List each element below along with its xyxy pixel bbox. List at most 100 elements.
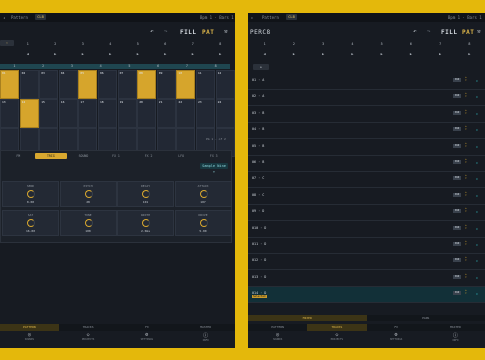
- control-label[interactable]: 6: [152, 42, 180, 46]
- pan-badge[interactable]: PAN: [453, 242, 461, 246]
- track-row[interactable]: 014 · D Selected PAN ▴ ▾ ▸: [248, 287, 485, 304]
- bottom-tab[interactable]: PATTERN: [248, 324, 307, 331]
- control-arrow[interactable]: ▶: [69, 52, 97, 56]
- control-arrow[interactable]: ▶: [426, 52, 455, 56]
- knob-width[interactable]: WIDTH 2.0ms: [117, 210, 174, 236]
- step-pad[interactable]: 22: [176, 99, 196, 128]
- pan-badge[interactable]: PAN: [453, 258, 461, 263]
- nav-item-settings[interactable]: ⚙ SETTINGS: [118, 332, 177, 342]
- control-label[interactable]: 6: [396, 42, 425, 46]
- nav-item-settings[interactable]: ⚙ SETTINGS: [367, 332, 426, 342]
- bottom-tab[interactable]: FX: [367, 324, 426, 331]
- step-pad[interactable]: 02: [19, 70, 39, 99]
- step-pad[interactable]: 08: [137, 70, 157, 99]
- level-arrows[interactable]: ▴ ▾: [465, 207, 467, 213]
- pan-badge[interactable]: PAN: [453, 78, 461, 82]
- control-arrow[interactable]: ▶: [279, 52, 308, 56]
- bottom-tab[interactable]: MASTER: [176, 324, 235, 331]
- knob-send[interactable]: SEND 0.00: [2, 181, 59, 207]
- bottom-tab[interactable]: TRACKS: [59, 324, 118, 331]
- pan-badge[interactable]: PAN: [453, 176, 461, 181]
- track-chevron-icon[interactable]: ▸: [476, 160, 478, 165]
- control-label[interactable]: 7: [426, 42, 455, 46]
- pan-badge[interactable]: PAN: [453, 291, 461, 296]
- topbar-chip[interactable]: CLB: [35, 14, 46, 20]
- nav-item-sounds[interactable]: ◎ SOUNDS: [0, 332, 59, 342]
- control-arrow[interactable]: ▶: [42, 52, 70, 56]
- sub-tab[interactable]: PANS: [367, 315, 485, 321]
- track-row[interactable]: 06 · B PAN ▴ ▾ ▸: [248, 156, 485, 172]
- bottom-tab[interactable]: MASTER: [426, 324, 485, 331]
- level-arrows[interactable]: ▴ ▾: [465, 190, 467, 197]
- preset-button[interactable]: Sample Nine ▾: [200, 163, 228, 174]
- step-pad[interactable]: 07: [117, 70, 137, 99]
- step-pad[interactable]: 03: [39, 70, 59, 99]
- control-label[interactable]: 1: [14, 42, 42, 46]
- pan-badge[interactable]: PAN: [453, 192, 461, 197]
- track-chevron-icon[interactable]: ▸: [476, 78, 478, 83]
- mode-chip[interactable]: ‹: [0, 40, 14, 46]
- sound-tab[interactable]: FM: [2, 153, 35, 159]
- track-row[interactable]: 03 · B PAN ▴ ▾ ▸: [248, 107, 485, 123]
- sound-tab[interactable]: LFO: [165, 153, 198, 159]
- track-row[interactable]: 02 · A PAN ▴ ▾ ▸: [248, 90, 485, 107]
- pat-button[interactable]: PAT: [202, 29, 214, 36]
- control-label[interactable]: 3: [69, 42, 97, 46]
- topbar-chip[interactable]: CLB: [286, 14, 297, 20]
- step-pad[interactable]: 01: [0, 70, 19, 99]
- track-row[interactable]: 07 · C PAN ▴ ▾ ▸: [248, 172, 485, 189]
- level-arrows[interactable]: ▴ ▾: [465, 223, 467, 230]
- track-chevron-icon[interactable]: ▸: [476, 94, 478, 99]
- level-arrows[interactable]: ▴ ▾: [465, 174, 467, 180]
- track-row[interactable]: 01 · A PAN ▴ ▾ ▸: [248, 74, 485, 90]
- knob-dial[interactable]: [142, 219, 150, 227]
- nav-item-info[interactable]: ⓘ INFO: [176, 332, 235, 342]
- bottom-tab[interactable]: FX: [118, 324, 177, 331]
- step-pad[interactable]: 23: [196, 99, 215, 128]
- pan-badge[interactable]: PAN: [453, 274, 461, 279]
- control-label[interactable]: 5: [367, 42, 396, 46]
- pan-badge[interactable]: PAN: [453, 127, 461, 132]
- control-arrow[interactable]: ▶: [179, 52, 207, 56]
- track-chevron-icon[interactable]: ▸: [476, 258, 478, 263]
- level-arrows[interactable]: ▴ ▾: [465, 289, 467, 295]
- track-row[interactable]: 08 · C PAN ▴ ▾ ▸: [248, 189, 485, 205]
- bottom-tab[interactable]: PATTERN: [0, 324, 59, 331]
- pat-button[interactable]: PAT: [462, 29, 474, 36]
- redo-icon[interactable]: ↷: [164, 28, 168, 35]
- control-arrow[interactable]: ◀: [14, 52, 42, 56]
- control-label[interactable]: 8: [455, 42, 484, 46]
- control-arrow[interactable]: ▶: [309, 52, 338, 56]
- step-pad[interactable]: 19: [117, 99, 137, 128]
- knob-sat[interactable]: SAT 16.00: [2, 210, 59, 236]
- control-arrow[interactable]: ▶: [396, 52, 425, 56]
- track-row[interactable]: 09 · D PAN ▴ ▾ ▸: [248, 205, 485, 222]
- knob-dial[interactable]: [142, 190, 150, 198]
- step-pad[interactable]: 21: [156, 99, 176, 128]
- sound-tab[interactable]: FX 2: [132, 153, 165, 159]
- level-arrows[interactable]: ▴ ▾: [465, 108, 467, 115]
- track-chevron-icon[interactable]: ▸: [476, 144, 478, 149]
- pan-badge[interactable]: PAN: [453, 94, 461, 99]
- track-chevron-icon[interactable]: ▸: [476, 193, 478, 198]
- nav-item-projects[interactable]: ◇ PROJECTS: [307, 332, 366, 342]
- track-row[interactable]: 04 · B PAN ▴ ▾ ▸: [248, 123, 485, 140]
- nav-item-sounds[interactable]: ◎ SOUNDS: [248, 332, 307, 342]
- knob-dial[interactable]: [27, 219, 35, 227]
- pan-badge[interactable]: PAN: [453, 160, 461, 164]
- add-track-button[interactable]: +: [253, 64, 269, 70]
- step-pad[interactable]: 10: [176, 70, 196, 99]
- control-arrow[interactable]: ▶: [338, 52, 367, 56]
- track-chevron-icon[interactable]: ▸: [476, 275, 478, 280]
- nav-item-projects[interactable]: ◇ PROJECTS: [59, 332, 118, 342]
- control-arrow[interactable]: ▶: [455, 52, 484, 56]
- step-pad[interactable]: 18: [98, 99, 117, 128]
- step-pad[interactable]: 06: [98, 70, 117, 99]
- step-pad[interactable]: 20: [137, 99, 157, 128]
- control-label[interactable]: 5: [124, 42, 152, 46]
- level-arrows[interactable]: ▴ ▾: [465, 240, 467, 246]
- track-row[interactable]: 010 · D PAN ▴ ▾ ▸: [248, 222, 485, 238]
- control-label[interactable]: 4: [338, 42, 367, 46]
- back-icon[interactable]: ◂: [3, 15, 5, 20]
- wrench-icon[interactable]: ⚒: [477, 28, 481, 35]
